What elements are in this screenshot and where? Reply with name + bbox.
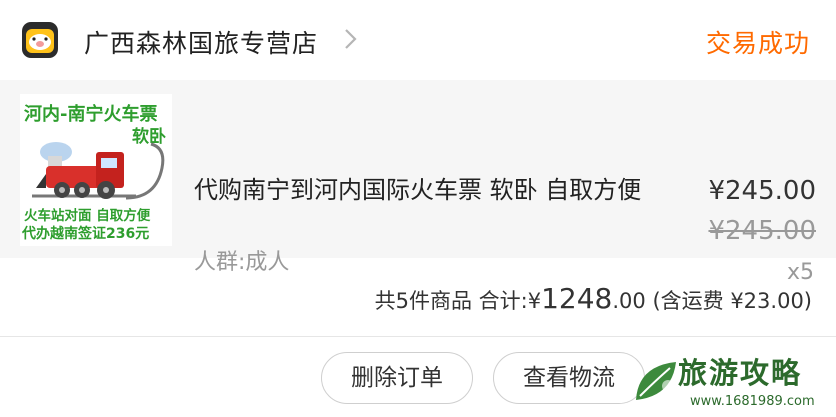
total-decimal: .00 [612,289,646,313]
watermark-logo: 旅游攻略 www.1681989.com [630,346,836,417]
watermark-title: 旅游攻略 [678,356,803,390]
thumb-text-visa: 代办越南签证236元 [22,226,150,242]
currency-symbol: ¥ [527,289,542,313]
item-count: 共5件商品 [374,289,472,313]
order-summary: 共5件商品 合计:¥1248.00 (含运费 ¥23.00) [375,282,812,315]
total-label: 合计: [478,289,528,313]
thumb-text-pickup: 火车站对面 自取方便 [24,208,151,224]
total-integer: 1248 [541,282,613,315]
leaf-logo-icon [636,362,676,400]
view-logistics-button[interactable]: 查看物流 [493,352,645,404]
delete-order-button[interactable]: 删除订单 [321,352,473,404]
unit-price: ¥245.00 [708,176,816,206]
watermark-url: www.1681989.com [690,394,815,409]
product-thumbnail[interactable]: 河内-南宁火车票 软卧 火车站对面 自取方便 代办越南签证236元 [20,94,172,246]
shop-logo-icon [20,20,60,60]
shop-name[interactable]: 广西森林国旅专营店 [84,24,318,60]
product-spec: 人群:成人 [194,250,290,275]
order-item[interactable]: 河内-南宁火车票 软卧 火车站对面 自取方便 代办越南签证236元 代购南宁到河… [0,80,836,285]
product-title[interactable]: 代购南宁到河内国际火车票 软卧 自取方便 [194,174,674,206]
divider [0,336,836,337]
original-price: ¥245.00 [708,216,816,246]
train-illustration [32,142,165,200]
shop-header[interactable]: 广西森林国旅专营店 交易成功 [0,0,836,80]
shipping-fee: (含运费 ¥23.00) [652,289,812,313]
chevron-right-icon[interactable] [340,26,362,52]
order-status: 交易成功 [705,29,810,58]
